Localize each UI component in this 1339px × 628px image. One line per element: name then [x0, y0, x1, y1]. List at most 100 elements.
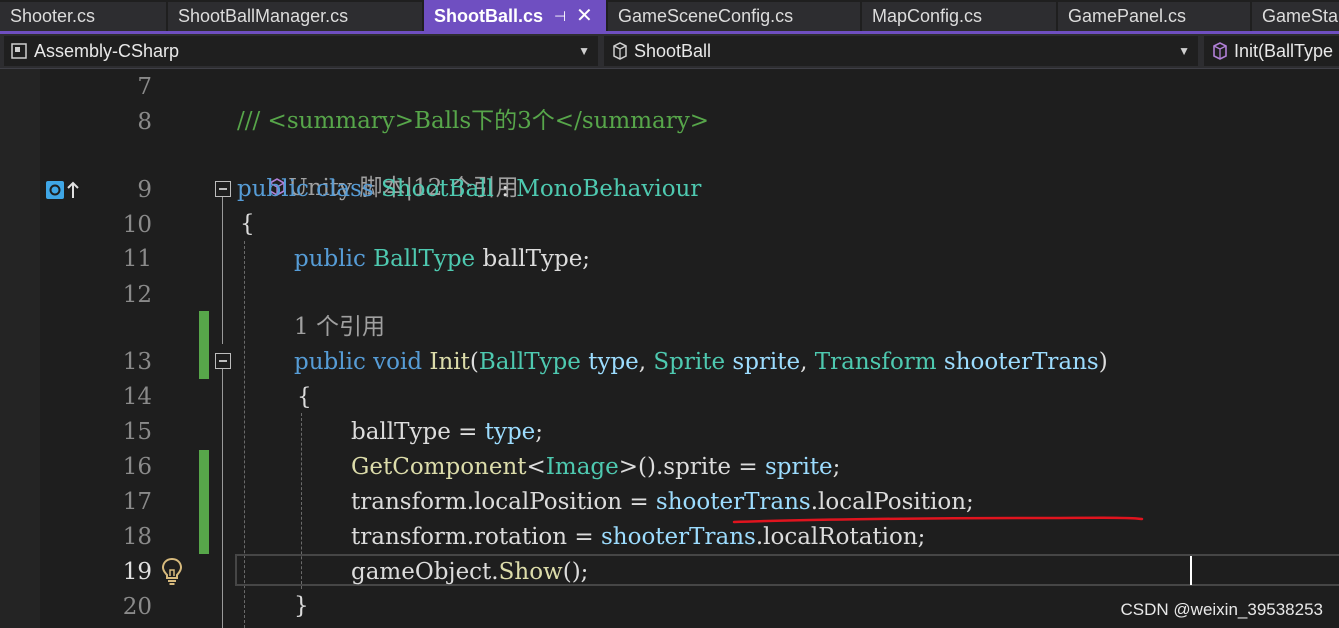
- line-number: 11: [122, 246, 152, 272]
- class-icon: [610, 36, 630, 66]
- chevron-down-icon: ▼: [1178, 44, 1190, 58]
- keyword: public: [237, 176, 309, 202]
- class-name: ShootBall: [381, 176, 494, 202]
- member-name: Init(BallType: [1234, 41, 1334, 61]
- tab-label: GamePanel.cs: [1068, 6, 1187, 26]
- keyword: class: [316, 176, 374, 202]
- type-name: BallType: [373, 246, 476, 272]
- outline-line: [222, 369, 223, 628]
- unity-class-glyph-icon[interactable]: [46, 179, 82, 201]
- tab-gamesceneconfig-cs[interactable]: GameSceneConfig.cs: [608, 2, 860, 31]
- parameter: type: [588, 349, 639, 375]
- tab-label: ShootBallManager.cs: [178, 6, 349, 26]
- code-line-15: ballType = type;: [351, 415, 543, 449]
- statement: >().sprite =: [618, 454, 765, 480]
- field-decl: ballType;: [475, 246, 591, 272]
- pin-icon[interactable]: ⊣: [554, 0, 566, 31]
- code-line-9: public class ShootBall : MonoBehaviour: [237, 172, 701, 206]
- punctuation: ();: [562, 559, 589, 585]
- document-tab-bar: Shooter.cs ShootBallManager.cs ShootBall…: [0, 0, 1339, 34]
- close-icon[interactable]: ✕: [576, 0, 593, 31]
- code-line-13: public void Init(BallType type, Sprite s…: [294, 349, 1108, 375]
- navigation-bar: Assembly-CSharp ▼ ShootBall ▼ Init(BallT…: [0, 34, 1339, 69]
- tab-shooter-cs[interactable]: Shooter.cs: [0, 2, 166, 31]
- line-number: 17: [122, 489, 152, 515]
- lightbulb-icon[interactable]: [160, 556, 184, 586]
- csharp-project-icon: [10, 36, 30, 66]
- collapse-method-toggle[interactable]: [215, 353, 231, 369]
- tab-shootball-cs[interactable]: ShootBall.cs ⊣ ✕: [424, 0, 606, 31]
- type-name: Transform: [814, 349, 937, 375]
- line-number: 10: [122, 212, 152, 238]
- project-dropdown[interactable]: Assembly-CSharp ▼: [4, 36, 598, 66]
- watermark: CSDN @weixin_39538253: [1120, 600, 1323, 619]
- keyword: public: [294, 349, 366, 375]
- parameter: shooterTrans: [943, 349, 1099, 375]
- punctuation: ;: [535, 419, 544, 445]
- keyword: void: [373, 349, 423, 375]
- statement: gameObject.: [351, 559, 499, 585]
- codelens-init[interactable]: 1 个引用: [294, 310, 385, 344]
- punctuation: ;: [832, 454, 841, 480]
- type-name: Image: [545, 454, 619, 480]
- statement: transform.localPosition =: [351, 489, 656, 515]
- current-line-number: 19: [122, 559, 152, 585]
- parameter: shooterTrans: [601, 524, 756, 550]
- base-class: MonoBehaviour: [516, 176, 702, 202]
- type-name: ShootBall: [634, 41, 712, 61]
- type-name: Sprite: [653, 349, 726, 375]
- line-number: 14: [122, 384, 152, 410]
- tab-label: Shooter.cs: [10, 6, 96, 26]
- type-name: BallType: [478, 349, 581, 375]
- code-line-19: gameObject.Show();: [351, 555, 588, 589]
- line-number: 7: [137, 74, 152, 100]
- method-icon: [1210, 36, 1230, 66]
- code-line-11: public BallType ballType;: [294, 242, 590, 276]
- tab-gamepanel-cs[interactable]: GamePanel.cs: [1058, 2, 1250, 31]
- parameter: sprite: [764, 454, 833, 480]
- line-number: 9: [137, 177, 152, 203]
- project-name: Assembly-CSharp: [34, 41, 180, 61]
- code-line-18: transform.rotation = shooterTrans.localR…: [351, 520, 925, 554]
- statement: .localPosition;: [810, 489, 974, 515]
- line-number: 13: [122, 349, 152, 375]
- keyword: public: [294, 246, 366, 272]
- parameter: sprite: [732, 349, 801, 375]
- code-line-10: {: [240, 211, 255, 237]
- tab-label: GameSceneConfig.cs: [618, 6, 794, 26]
- statement: transform.rotation =: [351, 524, 601, 550]
- change-indicator: [199, 311, 209, 379]
- parameter: type: [484, 419, 536, 445]
- code-line-16: GetComponent<Image>().sprite = sprite;: [351, 450, 840, 484]
- line-number: 18: [122, 524, 152, 550]
- type-dropdown[interactable]: ShootBall ▼: [604, 36, 1198, 66]
- outline-line: [222, 197, 223, 344]
- statement: .localRotation;: [755, 524, 926, 550]
- code-line-14: {: [297, 384, 312, 410]
- left-margin-strip: [0, 69, 40, 628]
- tab-shootballmanager-cs[interactable]: ShootBallManager.cs: [168, 2, 422, 31]
- change-indicator: [199, 450, 209, 554]
- tab-label: ShootBall.cs: [434, 6, 544, 26]
- punctuation: :: [493, 176, 517, 202]
- line-number: 12: [122, 282, 152, 308]
- method-name: Init: [429, 349, 470, 375]
- chevron-down-icon: ▼: [578, 44, 590, 58]
- tab-gamestate-cs[interactable]: GameSta: [1252, 2, 1339, 31]
- method-name: GetComponent: [351, 454, 527, 480]
- method-name: Show: [498, 559, 563, 585]
- member-dropdown[interactable]: Init(BallType: [1204, 36, 1339, 66]
- code-editor[interactable]: 7 8 9 10 11 12 13 14 15 16 17 18 19 20 /…: [0, 69, 1339, 628]
- text-caret: [1190, 556, 1192, 585]
- tab-mapconfig-cs[interactable]: MapConfig.cs: [862, 2, 1056, 31]
- line-number: 15: [122, 419, 152, 445]
- line-number: 16: [122, 454, 152, 480]
- code-line-20: }: [294, 593, 309, 619]
- codelens-class[interactable]: Unity 脚本|12 个引用: [237, 137, 519, 201]
- line-number: 8: [137, 109, 152, 135]
- punctuation: <: [526, 454, 546, 480]
- parameter: shooterTrans: [655, 489, 811, 515]
- line-number: 20: [122, 594, 152, 620]
- collapse-class-toggle[interactable]: [215, 181, 231, 197]
- statement: ballType =: [351, 419, 485, 445]
